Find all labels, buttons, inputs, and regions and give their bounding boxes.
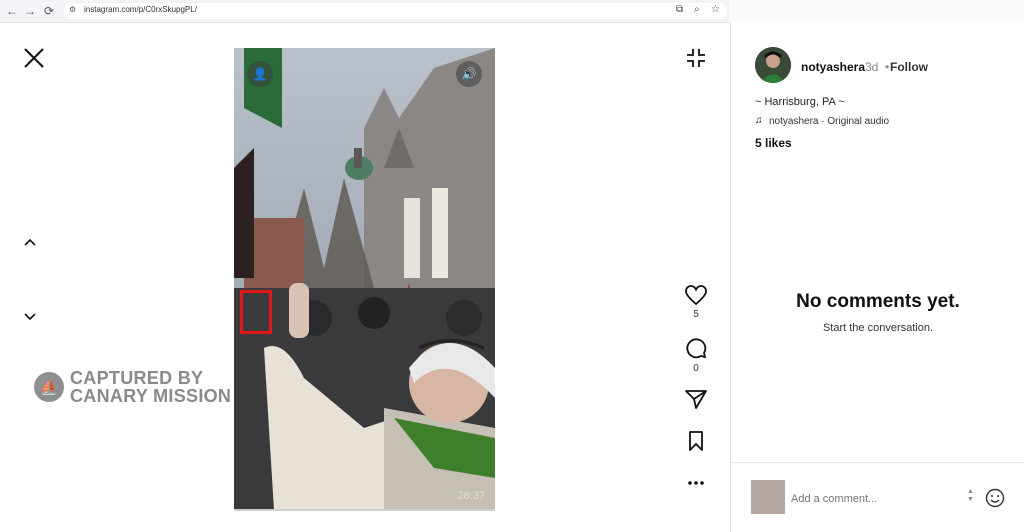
collapse-icon[interactable]	[684, 46, 708, 70]
save-bookmark-icon[interactable]	[684, 430, 708, 452]
video-frame	[234, 48, 495, 510]
empty-comments-subtitle: Start the conversation.	[822, 322, 934, 334]
bookmark-star-icon[interactable]: ☆	[711, 4, 720, 15]
forward-button[interactable]: →	[23, 4, 37, 18]
browser-toolbar-extension	[731, 0, 1024, 22]
commenter-avatar	[751, 480, 785, 514]
input-scroll-icon[interactable]: ▲ ▼	[967, 488, 974, 504]
user-tag-icon[interactable]: 👤	[247, 61, 273, 87]
watermark-line2: CANARY MISSION	[70, 386, 232, 406]
like-count: 5	[693, 309, 699, 320]
video-player[interactable]: 👤 🔊 28:37	[234, 48, 495, 510]
avatar[interactable]	[755, 47, 791, 83]
post-location[interactable]: ~ Harrisburg, PA ~	[755, 96, 845, 108]
music-note-icon: ♫	[755, 115, 763, 126]
follow-button[interactable]: Follow	[890, 60, 928, 74]
watermark: ⛵ CAPTURED BY CANARY MISSION	[34, 369, 234, 409]
post-details-panel: notyashera 3d • Follow ~ Harrisburg, PA …	[730, 22, 1024, 532]
comment-input[interactable]	[789, 490, 963, 508]
highlight-box	[240, 290, 272, 334]
like-heart-icon[interactable]	[684, 284, 708, 306]
post-time[interactable]: 3d	[865, 60, 878, 74]
empty-comments-title: No comments yet.	[796, 291, 960, 312]
watermark-line1: CAPTURED BY	[70, 368, 204, 388]
separator-dot: •	[885, 60, 890, 74]
url-text[interactable]: instagram.com/p/C0rxSkupgPL/	[84, 5, 197, 14]
close-icon[interactable]	[22, 46, 46, 70]
share-icon[interactable]	[684, 388, 708, 410]
divider	[731, 462, 1024, 463]
reload-button[interactable]: ⟳	[42, 4, 56, 18]
video-timestamp: 28:37	[457, 490, 485, 502]
video-progress-bar[interactable]	[234, 509, 495, 511]
zoom-icon[interactable]: ⌕	[694, 4, 700, 15]
back-button[interactable]: ←	[5, 4, 19, 18]
comment-count: 0	[693, 363, 699, 374]
likes-summary[interactable]: 5 likes	[755, 136, 792, 150]
canary-logo-icon: ⛵	[34, 372, 64, 402]
post-username[interactable]: notyashera	[801, 60, 865, 74]
volume-icon[interactable]: 🔊	[456, 61, 482, 87]
site-info-icon[interactable]: ⚙	[69, 5, 76, 14]
chevron-up-icon[interactable]	[22, 235, 38, 251]
more-options-icon[interactable]	[684, 472, 708, 494]
audio-link[interactable]: notyashera · Original audio	[769, 116, 889, 127]
emoji-icon[interactable]	[985, 488, 1005, 508]
chevron-down-icon[interactable]	[22, 308, 38, 324]
install-app-icon[interactable]: ⧉	[676, 4, 683, 15]
comment-icon[interactable]	[684, 337, 708, 359]
